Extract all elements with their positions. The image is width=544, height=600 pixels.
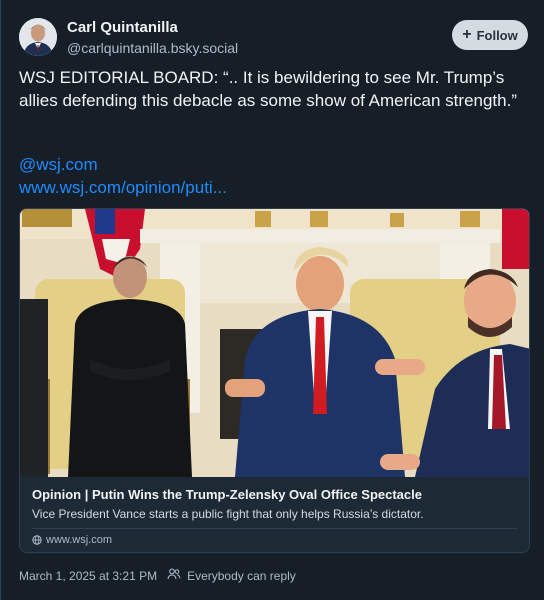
post-links: @wsj.com www.wsj.com/opinion/puti... bbox=[19, 153, 227, 199]
post-container: Carl Quintanilla @carlquintanilla.bsky.s… bbox=[0, 0, 544, 600]
article-image[interactable] bbox=[20, 209, 530, 477]
link-card-description: Vice President Vance starts a public fig… bbox=[32, 507, 424, 521]
link-card-domain: www.wsj.com bbox=[32, 534, 112, 546]
author-display-name[interactable]: Carl Quintanilla bbox=[67, 19, 238, 37]
author-names: Carl Quintanilla @carlquintanilla.bsky.s… bbox=[67, 19, 238, 57]
link-preview-card[interactable]: Opinion | Putin Wins the Trump-Zelensky … bbox=[19, 208, 530, 553]
link-card-divider bbox=[32, 528, 517, 529]
plus-icon: + bbox=[462, 26, 472, 43]
follow-button[interactable]: + Follow bbox=[452, 20, 528, 50]
post-meta: March 1, 2025 at 3:21 PM Everybody can r… bbox=[19, 568, 296, 583]
reply-setting-text[interactable]: Everybody can reply bbox=[187, 569, 296, 583]
link-card-domain-text: www.wsj.com bbox=[46, 534, 113, 546]
author-avatar[interactable] bbox=[19, 18, 57, 56]
post-header: Carl Quintanilla @carlquintanilla.bsky.s… bbox=[19, 18, 528, 58]
post-timestamp[interactable]: March 1, 2025 at 3:21 PM bbox=[19, 569, 157, 583]
person-avatar-icon bbox=[19, 18, 57, 56]
link-card-text: Opinion | Putin Wins the Trump-Zelensky … bbox=[32, 486, 517, 522]
author-handle[interactable]: @carlquintanilla.bsky.social bbox=[67, 39, 238, 57]
post-text: WSJ EDITORIAL BOARD: “.. It is bewilderi… bbox=[19, 68, 517, 110]
mention-link[interactable]: @wsj.com bbox=[19, 153, 227, 176]
link-card-title[interactable]: Opinion | Putin Wins the Trump-Zelensky … bbox=[32, 486, 517, 503]
reply-setting-icon-wrap bbox=[167, 568, 181, 583]
article-url-link[interactable]: www.wsj.com/opinion/puti... bbox=[19, 176, 227, 199]
globe-icon bbox=[32, 535, 42, 545]
follow-button-label: Follow bbox=[476, 27, 518, 43]
people-icon bbox=[167, 568, 181, 580]
